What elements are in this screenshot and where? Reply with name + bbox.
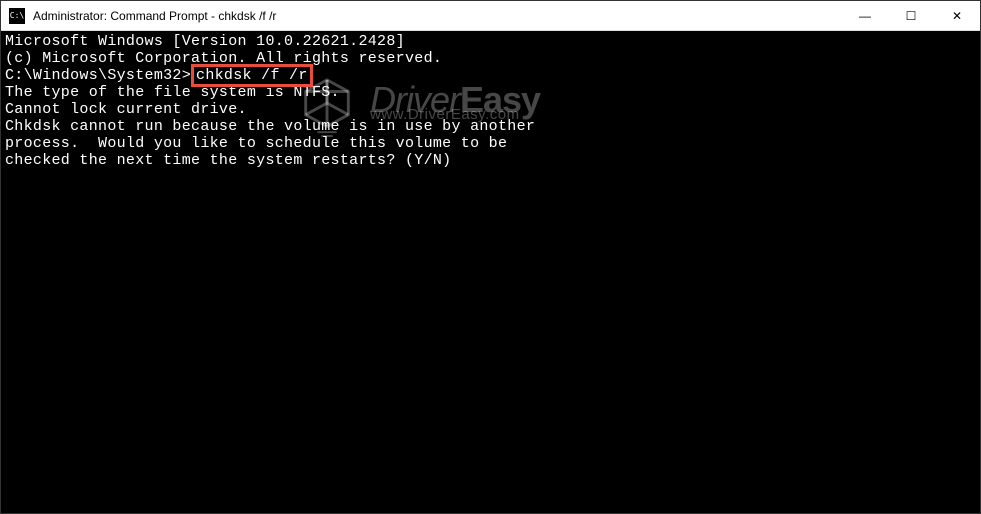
window-controls: — ☐ ✕ <box>842 1 980 30</box>
cmd-icon: C:\ <box>9 8 25 24</box>
terminal-output-line: process. Would you like to schedule this… <box>5 135 976 152</box>
titlebar: C:\ Administrator: Command Prompt - chkd… <box>1 1 980 31</box>
prompt-prefix: C:\Windows\System32> <box>5 67 191 84</box>
minimize-button[interactable]: — <box>842 1 888 30</box>
terminal-output-line: (c) Microsoft Corporation. All rights re… <box>5 50 976 67</box>
terminal-output-line: The type of the file system is NTFS. <box>5 84 976 101</box>
terminal-prompt-line: C:\Windows\System32> chkdsk /f /r <box>5 67 976 84</box>
terminal-output-line: Cannot lock current drive. <box>5 101 976 118</box>
command-highlight: chkdsk /f /r <box>191 64 313 87</box>
terminal-output-line: Microsoft Windows [Version 10.0.22621.24… <box>5 33 976 50</box>
cmd-icon-label: C:\ <box>10 11 24 20</box>
terminal-output-line: checked the next time the system restart… <box>5 152 976 169</box>
command-text: chkdsk /f /r <box>196 67 308 84</box>
terminal-area[interactable]: DriverEasy www.DriverEasy.com Microsoft … <box>1 31 980 513</box>
terminal-output-line: Chkdsk cannot run because the volume is … <box>5 118 976 135</box>
window-title: Administrator: Command Prompt - chkdsk /… <box>33 9 842 23</box>
close-button[interactable]: ✕ <box>934 1 980 30</box>
maximize-button[interactable]: ☐ <box>888 1 934 30</box>
